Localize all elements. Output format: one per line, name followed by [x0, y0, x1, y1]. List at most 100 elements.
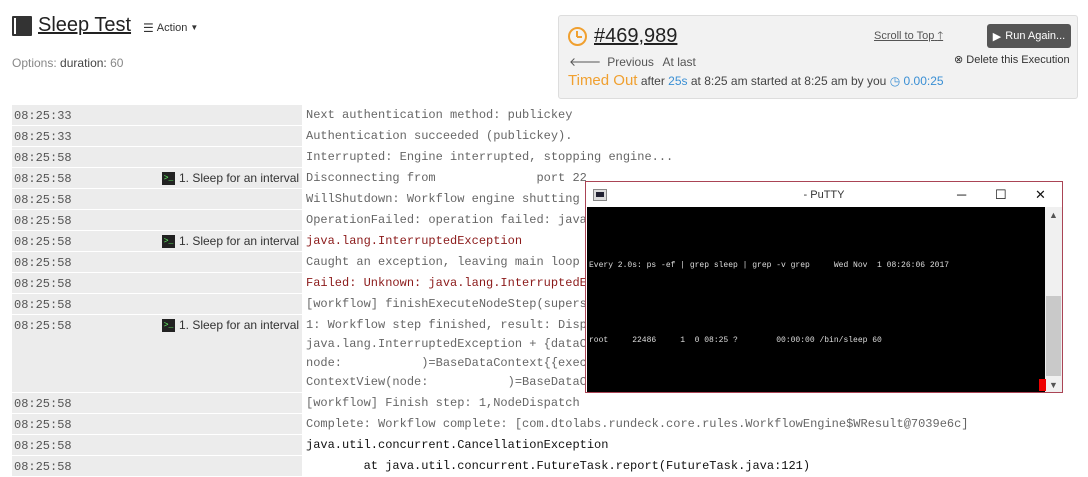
log-step [162, 210, 302, 230]
arrow-left-icon: 🡐 [569, 55, 602, 69]
status-text: Timed Out [568, 72, 638, 89]
log-message: Authentication succeeded (publickey). [306, 129, 573, 143]
scroll-down-icon[interactable]: ▼ [1049, 380, 1058, 390]
log-step[interactable]: >_ 1. Sleep for an interval [162, 315, 302, 392]
run-again-button[interactable]: ▶ Run Again... [987, 24, 1071, 48]
close-button[interactable]: ✕ [1035, 187, 1046, 203]
duration-value: 25s [668, 74, 688, 88]
job-title-row: Sleep Test ☰ Action ▼ [12, 14, 198, 37]
run-again-label: Run Again... [1005, 30, 1066, 42]
log-step [162, 435, 302, 455]
log-step [162, 456, 302, 476]
log-time: 08:25:58 [12, 435, 162, 455]
terminal-icon: >_ [162, 172, 175, 185]
scrollbar-thumb[interactable] [1046, 296, 1061, 376]
action-label: Action [156, 21, 188, 34]
terminal-scrollbar[interactable]: ▲ ▼ [1045, 207, 1062, 392]
delete-label: Delete this Execution [966, 54, 1070, 66]
end-time: at 8:25 am [690, 74, 748, 88]
log-row: 08:25:58 java.util.concurrent.Cancellatio… [12, 435, 1088, 456]
log-row: 08:25:33 Authentication succeeded (public… [12, 126, 1088, 147]
minimize-button[interactable]: ─ [957, 187, 966, 202]
log-step-label: 1. Sleep for an interval [179, 171, 300, 185]
log-row: 08:25:58 Complete: Workflow complete: [co… [12, 414, 1088, 435]
log-step-label: 1. Sleep for an interval [179, 318, 300, 332]
start-time: at 8:25 am [790, 74, 848, 88]
log-time: 08:25:58 [12, 456, 162, 476]
execution-number-link[interactable]: #469,989 [594, 25, 677, 48]
log-time: 08:25:58 [12, 414, 162, 434]
terminal-icon: >_ [162, 235, 175, 248]
circle-x-icon: ⊗ [954, 54, 964, 66]
log-step [162, 294, 302, 314]
elapsed-value: 0.00:25 [903, 74, 944, 88]
log-step[interactable]: >_ 1. Sleep for an interval [162, 231, 302, 251]
options-line: Options: duration: 60 [12, 56, 123, 70]
log-step [162, 252, 302, 272]
log-message: Interrupted: Engine interrupted, stoppin… [306, 150, 674, 164]
log-time: 08:25:58 [12, 168, 162, 188]
putty-title: - PuTTY [803, 188, 845, 201]
execution-nav: 🡐 Previous At last [569, 54, 702, 69]
log-time: 08:25:33 [12, 126, 162, 146]
clock-icon [568, 27, 587, 46]
option-value: 60 [110, 56, 124, 70]
log-step [162, 126, 302, 146]
putty-window[interactable]: - PuTTY ─ ☐ ✕ Every 2.0s: ps -ef | grep … [585, 181, 1063, 393]
list-icon: ☰ [143, 20, 154, 35]
log-step [162, 189, 302, 209]
caret-down-icon: ▼ [190, 23, 199, 32]
terminal-screen[interactable]: Every 2.0s: ps -ef | grep sleep | grep -… [587, 207, 1045, 392]
execution-id: #469,989 [568, 25, 677, 48]
log-row: 08:25:58 [workflow] Finish step: 1,NodeDi… [12, 393, 1088, 414]
terminal-cursor [1039, 379, 1046, 391]
log-time: 08:25:58 [12, 189, 162, 209]
after-label: after [640, 74, 665, 88]
log-time: 08:25:58 [12, 147, 162, 167]
log-time: 08:25:58 [12, 393, 162, 413]
log-message: Complete: Workflow complete: [com.dtolab… [306, 417, 969, 431]
log-message: [workflow] Finish step: 1,NodeDispatch [306, 396, 580, 410]
status-line: Timed Out after 25s at 8:25 am started a… [568, 72, 944, 89]
at-last-label: At last [662, 55, 696, 69]
log-step [162, 393, 302, 413]
previous-link[interactable]: Previous [607, 55, 654, 69]
log-step[interactable]: >_ 1. Sleep for an interval [162, 168, 302, 188]
log-time: 08:25:33 [12, 105, 162, 125]
by-you-label: by you [851, 74, 887, 88]
log-time: 08:25:58 [12, 315, 162, 392]
log-message: Next authentication method: publickey [306, 108, 573, 122]
log-step [162, 147, 302, 167]
log-row: 08:25:33 Next authentication method: publ… [12, 105, 1088, 126]
terminal-line-2: root 22486 1 0 08:25 ? 00:00:00 /bin/sle… [589, 336, 882, 345]
action-dropdown[interactable]: ☰ Action ▼ [143, 21, 198, 35]
log-time: 08:25:58 [12, 252, 162, 272]
job-header: Sleep Test ☰ Action ▼ [12, 14, 198, 37]
log-time: 08:25:58 [12, 294, 162, 314]
job-name-link[interactable]: Sleep Test [38, 14, 131, 37]
log-message: java.util.concurrent.CancellationExcepti… [306, 438, 609, 452]
terminal-line-1: Every 2.0s: ps -ef | grep sleep | grep -… [589, 261, 950, 270]
log-message: at java.util.concurrent.FutureTask.repor… [306, 459, 811, 473]
log-row: 08:25:58 Interrupted: Engine interrupted,… [12, 147, 1088, 168]
timer-icon: ◷ [889, 74, 901, 88]
scroll-to-top-link[interactable]: Scroll to Top 🡑 [874, 27, 943, 46]
log-step [162, 414, 302, 434]
arrow-up-icon: 🡑 [937, 30, 944, 42]
options-label: Options: [12, 56, 57, 70]
log-row: 08:25:58 at java.util.concurrent.FutureT… [12, 456, 1088, 477]
delete-execution-link[interactable]: ⊗ Delete this Execution [954, 53, 1070, 66]
maximize-button[interactable]: ☐ [995, 187, 1007, 203]
play-icon: ▶ [992, 30, 1002, 43]
log-time: 08:25:58 [12, 231, 162, 251]
scroll-up-icon[interactable]: ▲ [1049, 210, 1058, 220]
log-time: 08:25:58 [12, 210, 162, 230]
putty-titlebar[interactable]: - PuTTY ─ ☐ ✕ [586, 182, 1062, 207]
scroll-to-top-label: Scroll to Top [874, 30, 935, 42]
log-step-label: 1. Sleep for an interval [179, 234, 300, 248]
option-name: duration: [60, 56, 107, 70]
log-step [162, 105, 302, 125]
execution-panel: #469,989 🡐 Previous At last Timed Out aft… [558, 15, 1078, 99]
book-icon [12, 15, 32, 36]
started-label: started [750, 74, 788, 88]
